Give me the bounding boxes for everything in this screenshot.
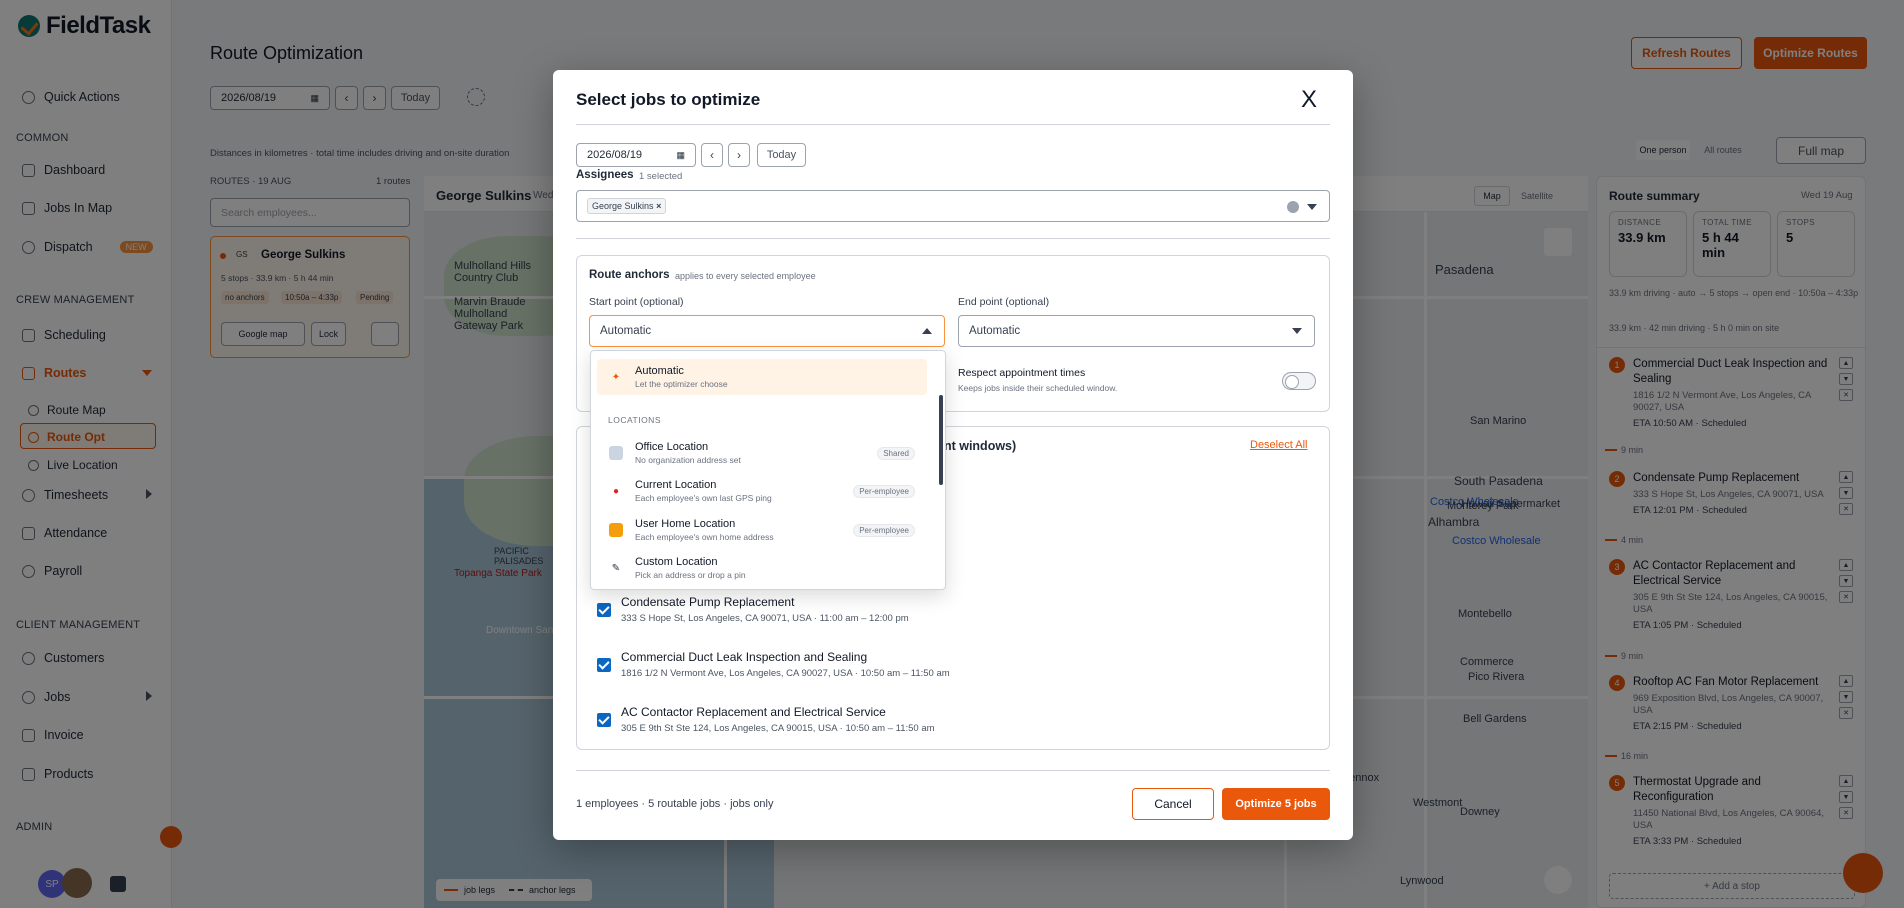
footer-summary: 1 employees · 5 routable jobs · jobs onl… <box>576 798 774 810</box>
jobs-header: ent windows) <box>937 439 1017 453</box>
home-icon <box>609 523 623 537</box>
anchors-sub: applies to every selected employee <box>675 271 816 281</box>
pencil-icon: ✎ <box>611 562 621 574</box>
chip-remove-icon[interactable]: × <box>656 201 661 211</box>
option-label: Office Location <box>635 441 709 453</box>
job-row[interactable]: AC Contactor Replacement and Electrical … <box>597 705 935 734</box>
assignees-select[interactable]: George Sulkins × <box>576 190 1330 222</box>
dropdown-scrollbar[interactable] <box>939 395 943 485</box>
assignee-chip: George Sulkins × <box>587 198 667 214</box>
divider <box>576 238 1330 239</box>
chevron-down-icon[interactable] <box>1307 204 1317 210</box>
job-checkbox[interactable] <box>597 713 611 727</box>
job-checkbox[interactable] <box>597 603 611 617</box>
option-sub: No organization address set <box>635 455 741 465</box>
modal-today-button[interactable]: Today <box>757 143 806 167</box>
option-tag: Shared <box>877 446 915 460</box>
end-point-label: End point (optional) <box>958 296 1050 308</box>
divider <box>576 124 1330 125</box>
option-label: Automatic <box>635 365 684 377</box>
modal-title: Select jobs to optimize <box>576 90 761 109</box>
select-value: Automatic <box>969 325 1021 337</box>
pin-icon: ● <box>612 485 620 497</box>
respect-times-sub: Keeps jobs inside their scheduled window… <box>958 383 1118 393</box>
job-sub: 305 E 9th St Ste 124, Los Angeles, CA 90… <box>621 723 935 734</box>
option-automatic[interactable]: ✦ Automatic Let the optimizer choose <box>597 359 927 395</box>
modal-prev-day-button[interactable]: ‹ <box>701 143 723 167</box>
chevron-up-icon <box>922 328 932 334</box>
start-point-dropdown: ✦ Automatic Let the optimizer choose LOCA… <box>590 350 946 590</box>
option-sub: Pick an address or drop a pin <box>635 570 746 580</box>
option-tag: Per-employee <box>853 523 915 537</box>
divider <box>576 770 1330 771</box>
option-tag: Per-employee <box>853 484 915 498</box>
modal-date-picker[interactable]: 2026/08/19 ▦ <box>576 143 696 167</box>
option-user-home-location[interactable]: User Home Location Each employee's own ho… <box>597 512 927 548</box>
anchors-title: Route anchors <box>589 269 670 281</box>
modal-next-day-button[interactable]: › <box>728 143 750 167</box>
chip-label: George Sulkins <box>592 201 654 211</box>
building-icon <box>609 446 623 460</box>
deselect-all-link[interactable]: Deselect All <box>1250 439 1307 451</box>
locations-section-label: LOCATIONS <box>608 415 661 425</box>
job-row[interactable]: Commercial Duct Leak Inspection and Seal… <box>597 650 950 679</box>
option-sub: Each employee's own home address <box>635 532 774 542</box>
clear-icon[interactable] <box>1287 201 1299 213</box>
job-title: AC Contactor Replacement and Electrical … <box>621 705 886 719</box>
option-label: Custom Location <box>635 556 718 568</box>
job-title: Condensate Pump Replacement <box>621 595 795 609</box>
job-row[interactable]: Condensate Pump Replacement 333 S Hope St… <box>597 595 909 624</box>
optimize-jobs-button[interactable]: Optimize 5 jobs <box>1222 788 1330 820</box>
cancel-button[interactable]: Cancel <box>1132 788 1214 820</box>
respect-times-title: Respect appointment times <box>958 367 1086 379</box>
option-label: User Home Location <box>635 518 736 530</box>
assignees-count: 1 selected <box>639 171 683 182</box>
job-title: Commercial Duct Leak Inspection and Seal… <box>621 650 868 664</box>
close-icon[interactable]: X <box>1301 86 1317 114</box>
option-label: Current Location <box>635 479 717 491</box>
assignees-label: Assignees <box>576 169 634 181</box>
start-point-select[interactable]: Automatic <box>589 315 945 347</box>
option-sub: Let the optimizer choose <box>635 379 728 389</box>
sparkle-icon: ✦ <box>611 371 621 383</box>
job-sub: 333 S Hope St, Los Angeles, CA 90071, US… <box>621 613 909 624</box>
chevron-down-icon <box>1292 328 1302 334</box>
option-current-location[interactable]: ● Current Location Each employee's own la… <box>597 473 927 509</box>
respect-times-toggle[interactable] <box>1282 372 1316 390</box>
end-point-select[interactable]: Automatic <box>958 315 1315 347</box>
option-office-location[interactable]: Office Location No organization address s… <box>597 435 927 471</box>
date-value: 2026/08/19 <box>587 149 643 161</box>
start-point-label: Start point (optional) <box>589 296 684 308</box>
job-checkbox[interactable] <box>597 658 611 672</box>
option-sub: Each employee's own last GPS ping <box>635 493 772 503</box>
option-custom-location[interactable]: ✎ Custom Location Pick an address or drop… <box>597 550 927 586</box>
calendar-icon: ▦ <box>676 149 685 160</box>
select-value: Automatic <box>600 325 652 337</box>
job-sub: 1816 1/2 N Vermont Ave, Los Angeles, CA … <box>621 668 950 679</box>
